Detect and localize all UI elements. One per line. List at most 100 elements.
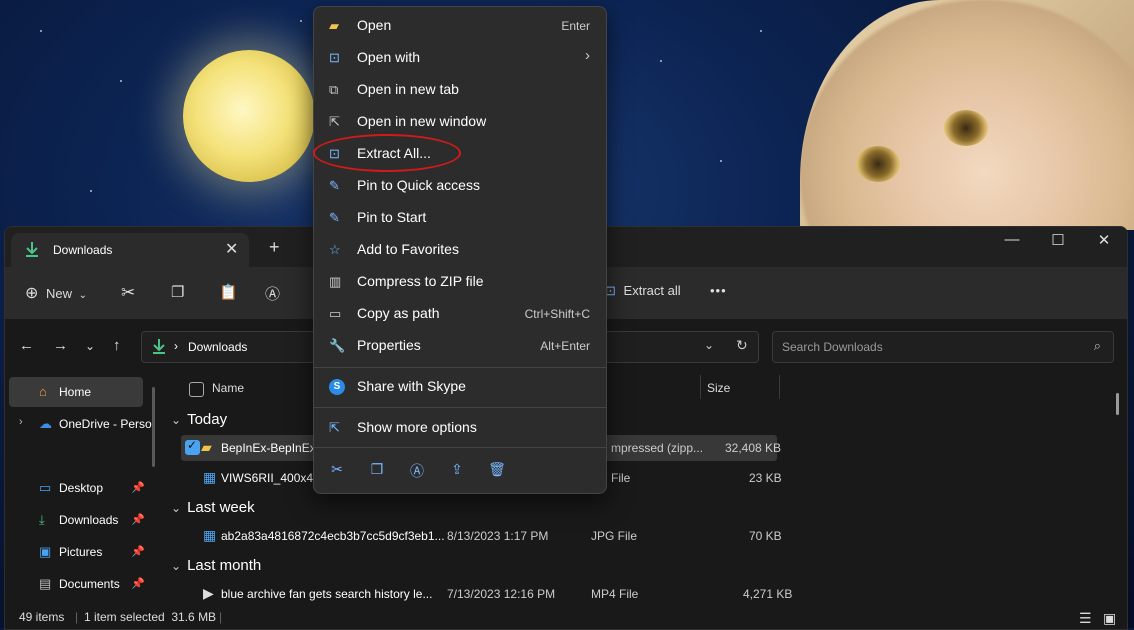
- selection-info: 1 item selected 31.6 MB: [84, 610, 217, 624]
- menu-item-compress-zip[interactable]: ▥ Compress to ZIP file: [320, 267, 600, 297]
- new-button[interactable]: ⊕ New ⌄: [25, 283, 87, 303]
- context-menu: ▰ Open Enter ⊡ Open with › ⧉ Open in new…: [313, 6, 607, 494]
- file-list-scrollbar[interactable]: [1116, 393, 1119, 415]
- pin-icon[interactable]: 📌: [131, 577, 145, 590]
- download-icon: [25, 241, 39, 260]
- menu-item-label: Open in new window: [357, 113, 487, 129]
- menu-item-share-skype[interactable]: S Share with Skype: [320, 372, 600, 402]
- close-tab-icon[interactable]: ✕: [225, 239, 238, 259]
- tiles-view-button[interactable]: ▣: [1103, 610, 1116, 627]
- status-divider: |: [75, 610, 79, 624]
- sidebar-item-home[interactable]: ⌂ Home: [9, 377, 143, 407]
- menu-item-shortcut: Ctrl+Shift+C: [524, 307, 590, 321]
- paste-button[interactable]: 📋: [219, 283, 238, 301]
- menu-item-open-with[interactable]: ⊡ Open with ›: [320, 43, 600, 73]
- group-label: Today: [187, 411, 228, 428]
- select-all-checkbox[interactable]: [189, 382, 204, 397]
- copy-button[interactable]: ❐: [171, 283, 184, 301]
- sidebar-item-label: Desktop: [59, 481, 104, 495]
- more-options-icon: ⇱: [329, 420, 340, 435]
- extract-all-button[interactable]: ⊡ Extract all: [605, 283, 681, 299]
- search-placeholder: Search Downloads: [782, 340, 883, 354]
- rename-icon: Ⓐ: [265, 286, 281, 303]
- character-artwork: [800, 0, 1134, 230]
- tab-label: Downloads: [53, 243, 113, 257]
- menu-item-add-favorites[interactable]: ☆ Add to Favorites: [320, 235, 600, 265]
- menu-item-properties[interactable]: 🔧 Properties Alt+Enter: [320, 331, 600, 361]
- column-divider[interactable]: [779, 375, 780, 399]
- recent-locations-button[interactable]: ⌄: [85, 339, 95, 353]
- row-checkbox[interactable]: [185, 438, 200, 455]
- menu-item-pin-start[interactable]: ✎ Pin to Start: [320, 203, 600, 233]
- group-label: Last week: [187, 499, 255, 516]
- trash-icon[interactable]: 🗑: [487, 461, 507, 481]
- file-name: ab2a83a4816872c4ecb3b7cc5d9cf3eb1...: [221, 529, 445, 543]
- forward-button[interactable]: →: [53, 337, 68, 354]
- maximize-button[interactable]: ☐: [1035, 231, 1081, 249]
- menu-item-copy-as-path[interactable]: ▭ Copy as path Ctrl+Shift+C: [320, 299, 600, 329]
- chevron-down-icon[interactable]: ⌄: [704, 338, 714, 352]
- sidebar-item-documents[interactable]: ▤ Documents 📌: [9, 569, 145, 599]
- group-label: Last month: [187, 557, 262, 574]
- details-view-button[interactable]: ☰: [1079, 610, 1092, 627]
- more-options-button[interactable]: •••: [710, 283, 727, 298]
- open-with-icon: ⊡: [329, 50, 340, 65]
- file-name: BepInEx-BepInExP: [221, 441, 324, 455]
- documents-icon: ▤: [39, 576, 52, 591]
- moon-image: [183, 50, 315, 182]
- sidebar-item-desktop[interactable]: ▭ Desktop 📌: [9, 473, 145, 503]
- chevron-down-icon: ⌄: [171, 413, 182, 427]
- menu-item-pin-quick-access[interactable]: ✎ Pin to Quick access: [320, 171, 600, 201]
- pin-icon[interactable]: 📌: [131, 481, 145, 494]
- refresh-icon[interactable]: ↻: [736, 337, 748, 354]
- file-name: blue archive fan gets search history le.…: [221, 587, 433, 601]
- copy-icon[interactable]: ❐: [367, 461, 387, 481]
- menu-item-label: Show more options: [357, 419, 477, 435]
- group-header-last-week[interactable]: ⌄ Last week: [171, 499, 255, 516]
- wrench-icon: 🔧: [329, 338, 346, 353]
- group-header-last-month[interactable]: ⌄ Last month: [171, 557, 261, 574]
- up-button[interactable]: ↑: [113, 337, 121, 354]
- file-date: 8/13/2023 1:17 PM: [447, 529, 549, 543]
- menu-item-label: Compress to ZIP file: [357, 273, 484, 289]
- folder-open-icon: ▰: [329, 18, 339, 33]
- file-row[interactable]: ▦ ab2a83a4816872c4ecb3b7cc5d9cf3eb1... 8…: [181, 523, 782, 549]
- column-header-name[interactable]: Name: [212, 381, 244, 395]
- sidebar-item-onedrive[interactable]: › ☁ OneDrive - Perso: [9, 409, 152, 439]
- image-file-icon: ▦: [203, 469, 217, 485]
- item-count: 49 items: [19, 610, 65, 624]
- tab-downloads[interactable]: Downloads ✕: [11, 233, 249, 267]
- file-list: Name e Size ⌄Today ▰ BepInEx-BepInExP mp…: [155, 369, 1127, 605]
- menu-item-open-in-new-window[interactable]: ⇱ Open in new window: [320, 107, 600, 137]
- sidebar-item-pictures[interactable]: ▣ Pictures 📌: [9, 537, 145, 567]
- minimize-button[interactable]: —: [989, 231, 1035, 248]
- menu-separator: [314, 447, 606, 448]
- file-row[interactable]: ▶ blue archive fan gets search history l…: [181, 581, 792, 607]
- file-type: JPG File: [591, 529, 638, 543]
- pin-icon[interactable]: 📌: [131, 513, 145, 526]
- column-divider[interactable]: [700, 375, 701, 399]
- close-window-button[interactable]: ✕: [1081, 231, 1127, 249]
- rename-icon[interactable]: Ⓐ: [407, 461, 427, 481]
- new-tab-button[interactable]: +: [269, 237, 280, 258]
- scissors-icon: ✂: [121, 283, 136, 302]
- menu-item-show-more-options[interactable]: ⇱ Show more options: [320, 413, 600, 443]
- menu-item-shortcut: Alt+Enter: [540, 339, 590, 353]
- file-size: 23 KB: [749, 471, 782, 485]
- search-input[interactable]: Search Downloads ⌕: [772, 331, 1114, 363]
- cut-button[interactable]: ✂: [121, 283, 135, 303]
- column-header-size[interactable]: Size: [707, 381, 730, 395]
- chevron-right-icon[interactable]: ›: [19, 416, 23, 428]
- scissors-icon[interactable]: ✂: [327, 461, 347, 481]
- rename-button[interactable]: Ⓐ: [265, 283, 280, 304]
- menu-item-open-in-new-tab[interactable]: ⧉ Open in new tab: [320, 75, 600, 105]
- group-header-today[interactable]: ⌄ Today: [171, 411, 227, 428]
- menu-item-open[interactable]: ▰ Open Enter: [320, 11, 600, 41]
- pin-icon[interactable]: 📌: [131, 545, 145, 558]
- chevron-right-icon: ›: [585, 47, 590, 64]
- menu-item-label: Copy as path: [357, 305, 440, 321]
- back-button[interactable]: ←: [19, 337, 34, 354]
- share-icon[interactable]: ⇪: [447, 461, 467, 481]
- zip-folder-icon: ▰: [201, 439, 212, 455]
- sidebar-item-downloads[interactable]: ⤓ Downloads 📌: [9, 505, 145, 535]
